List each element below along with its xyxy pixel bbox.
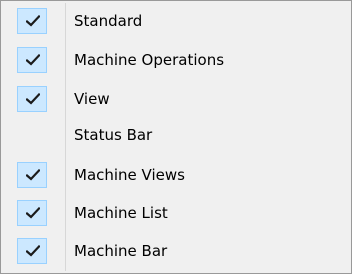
toolbar-context-menu: Standard Machine Operations View Status …	[0, 0, 352, 274]
menu-item-label: Machine Views	[74, 166, 185, 184]
menu-item-status-bar[interactable]: Status Bar	[3, 120, 349, 150]
menu-item-check-standard	[17, 8, 47, 34]
menu-item-label: Machine Operations	[74, 51, 225, 69]
menu-item-label: View	[74, 90, 110, 108]
checkmark-icon	[26, 93, 40, 105]
menu-item-check-machine-operations	[17, 47, 47, 73]
menu-item-view[interactable]: View	[3, 84, 349, 114]
menu-item-machine-views[interactable]: Machine Views	[3, 160, 349, 190]
checkmark-icon	[26, 54, 40, 66]
menu-item-check-machine-list	[17, 200, 47, 226]
checkmark-icon	[26, 207, 40, 219]
menu-item-check-view	[17, 86, 47, 112]
menu-item-check-machine-views	[17, 162, 47, 188]
menu-item-machine-list[interactable]: Machine List	[3, 198, 349, 228]
menu-item-check-machine-bar	[17, 238, 47, 264]
menu-item-standard[interactable]: Standard	[3, 6, 349, 36]
menu-item-label: Machine List	[74, 204, 168, 222]
menu-item-machine-bar[interactable]: Machine Bar	[3, 236, 349, 266]
menu-item-label: Machine Bar	[74, 242, 168, 260]
checkmark-icon	[26, 15, 40, 27]
menu-item-machine-operations[interactable]: Machine Operations	[3, 45, 349, 75]
menu-item-label: Standard	[74, 12, 143, 30]
checkmark-icon	[26, 169, 40, 181]
checkmark-icon	[26, 245, 40, 257]
menu-item-label: Status Bar	[74, 126, 153, 144]
